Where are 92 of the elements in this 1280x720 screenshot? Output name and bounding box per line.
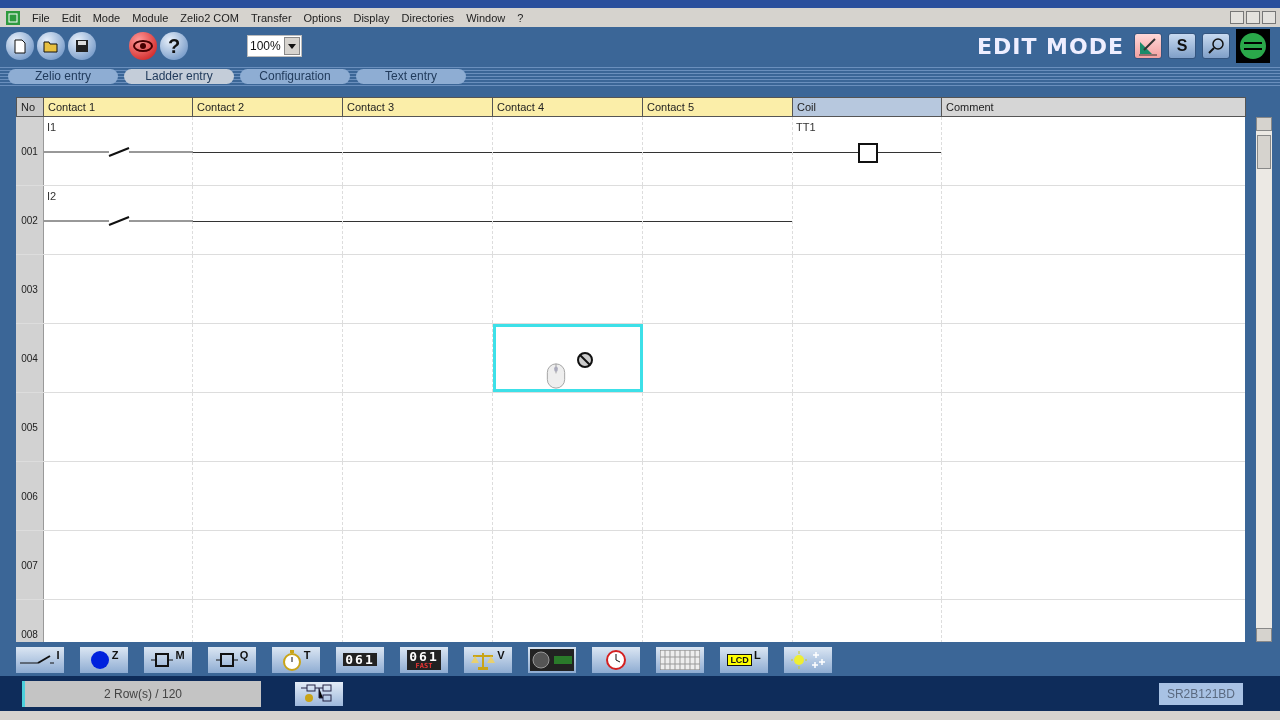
ladder-cell[interactable] [343,117,493,185]
column-header[interactable]: Contact 1 [44,97,193,117]
ladder-cell[interactable] [643,117,793,185]
palette-button[interactable] [528,646,576,673]
palette-button[interactable]: T [272,646,320,673]
zoom-dropdown[interactable]: 100% [247,35,302,57]
tab[interactable]: Text entry [356,68,466,84]
palette-button[interactable]: LCD L [720,646,768,673]
ladder-cell[interactable] [343,186,493,254]
pencil-ruler-icon [1138,36,1158,56]
clock-icon [605,648,627,671]
menu-item[interactable]: Transfer [245,11,298,24]
column-header[interactable]: Contact 5 [643,97,793,117]
tab[interactable]: Ladder entry [124,68,234,84]
menu-item[interactable]: File [26,11,56,24]
app-icon [6,10,20,25]
menu-item[interactable]: Edit [55,11,87,24]
ladder-cell[interactable]: I2 [44,186,193,254]
page-icon [14,38,26,54]
help-button[interactable]: ? [160,32,188,60]
ladder-cell[interactable] [493,324,643,392]
column-header[interactable]: Contact 2 [193,97,343,117]
tab[interactable]: Configuration [240,68,350,84]
magnifier-icon [1207,37,1225,55]
palette-button[interactable]: Z [80,646,128,673]
column-header[interactable]: Coil [793,97,942,117]
row-number: 004 [16,324,44,392]
mode-title: EDIT MODE [976,33,1124,59]
row-number: 008 [16,600,44,642]
menu-item[interactable]: Directories [395,11,461,24]
save-button[interactable] [68,32,96,60]
palette-button[interactable]: M [144,646,192,673]
eye-icon [133,40,153,52]
coil-icon [858,143,878,163]
column-header[interactable]: No [16,97,44,117]
row-number: 006 [16,462,44,530]
minimize-button[interactable] [1230,11,1244,24]
palette-button[interactable] [592,646,640,673]
contact-label: I1 [47,121,57,133]
coil-label: TT1 [796,121,816,133]
mouse-icon [544,363,568,389]
row-number: 007 [16,531,44,599]
ladder-cell[interactable] [193,117,343,185]
lcd-display: LCD [727,653,752,666]
text-grid-icon [660,649,700,670]
new-file-button[interactable] [6,32,34,60]
folder-icon [43,39,59,53]
row-number: 001 [16,117,44,185]
palette-button[interactable]: I [16,646,64,673]
contact-label: I2 [47,190,57,202]
row-number: 002 [16,186,44,254]
tab[interactable]: Zelio entry [8,68,118,84]
palette-button[interactable]: Q [208,646,256,673]
row-number: 005 [16,393,44,461]
ladder-cell[interactable] [643,186,793,254]
palette-button[interactable] [784,646,832,673]
menu-item[interactable]: Display [347,11,396,24]
circle-icon [89,649,110,670]
light-and-snowflakes-icon [791,649,825,670]
ladder-cell[interactable]: TT1 [793,117,942,185]
module-reference: SR2B121BD [1158,682,1243,705]
mode-button[interactable] [1134,33,1162,59]
mode-button[interactable]: S [1168,33,1196,59]
vertical-scrollbar[interactable] [1256,117,1272,642]
ladder-cell[interactable] [193,186,343,254]
analog-knob-icon [530,648,574,671]
palette-button[interactable]: V [464,646,512,673]
column-header[interactable]: Comment [942,97,1246,117]
column-header[interactable]: Contact 3 [343,97,493,117]
function-block-button[interactable] [295,681,343,706]
ladder-cell[interactable]: I1 [44,117,193,185]
palette-button[interactable]: 061 [336,646,384,673]
not-allowed-icon [576,351,594,369]
menu-item[interactable]: Mode [86,11,127,24]
ladder-cell[interactable] [493,186,643,254]
menu-item[interactable]: Module [126,11,175,24]
restore-button[interactable] [1246,11,1260,24]
menu-item[interactable]: Window [460,11,512,24]
mode-button[interactable] [1202,33,1230,59]
contact-icon [20,655,55,664]
menu-item[interactable]: Zelio2 COM [174,11,245,24]
ladder-cell[interactable] [493,117,643,185]
row-number: 003 [16,255,44,323]
eye-button[interactable] [129,32,157,60]
column-header[interactable]: Contact 4 [493,97,643,117]
stopwatch-icon [281,648,302,671]
close-button[interactable] [1262,11,1276,24]
menu-item[interactable]: ? [511,11,530,24]
counter-display: 061 [343,653,377,666]
row-count: 2 Row(s) / 120 [22,680,261,707]
menu-item[interactable]: Options [297,11,348,24]
open-folder-button[interactable] [37,32,65,60]
